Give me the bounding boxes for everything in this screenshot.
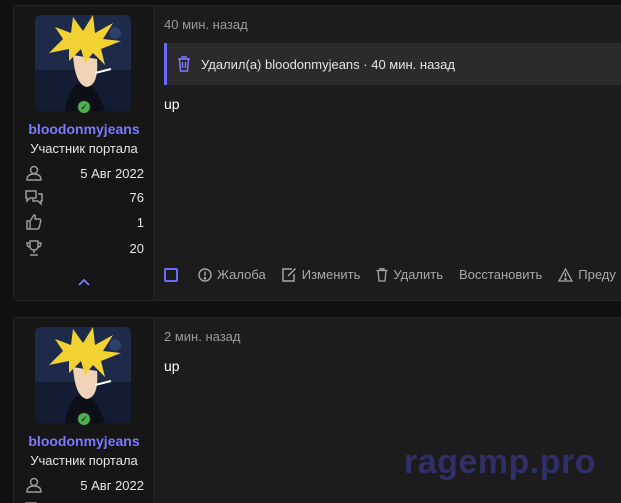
edit-button[interactable]: Изменить: [282, 267, 361, 282]
user-panel: ✓ bloodonmyjeans Участник портала 5 Авг …: [14, 318, 154, 503]
user-icon: [24, 163, 44, 183]
stat-messages: 76: [24, 187, 144, 207]
alert-circle-icon: [198, 267, 212, 282]
user-panel: ✓ bloodonmyjeans Участник портала 5 Авг …: [14, 6, 154, 300]
thumbs-up-icon: [24, 212, 44, 232]
restore-label: Восстановить: [459, 267, 543, 282]
stat-reactions: 1: [24, 212, 144, 232]
deleted-notice: Удалил(а) bloodonmyjeans · 40 мин. назад: [164, 43, 621, 85]
stat-messages: [24, 499, 144, 503]
post: ✓ bloodonmyjeans Участник портала 5 Авг …: [13, 5, 621, 301]
user-title: Участник портала: [30, 453, 138, 468]
chevron-up-icon[interactable]: [76, 274, 92, 290]
stat-value: 20: [129, 240, 144, 256]
report-button[interactable]: Жалоба: [198, 267, 266, 282]
stat-value: 5 Авг 2022: [80, 165, 144, 181]
trophy-icon: [24, 238, 44, 258]
watermark: ragemp.pro: [404, 443, 597, 481]
username-link[interactable]: bloodonmyjeans: [14, 121, 154, 137]
user-title: Участник портала: [30, 141, 138, 156]
delete-label: Удалить: [393, 267, 443, 282]
user-icon: [24, 475, 44, 495]
username-link[interactable]: bloodonmyjeans: [14, 433, 154, 449]
avatar[interactable]: [35, 327, 131, 423]
warn-button[interactable]: Преду: [558, 267, 616, 282]
trash-icon: [177, 56, 191, 72]
deleted-notice-text: Удалил(а) bloodonmyjeans · 40 мин. назад: [201, 56, 455, 72]
warning-icon: [558, 267, 574, 282]
delete-button[interactable]: Удалить: [376, 267, 443, 282]
restore-button[interactable]: Восстановить: [459, 267, 542, 282]
post-time[interactable]: 2 мин. назад: [164, 329, 240, 344]
post-body: up: [164, 358, 180, 374]
edit-label: Изменить: [301, 267, 361, 282]
report-label: Жалоба: [217, 267, 266, 282]
post-time[interactable]: 40 мин. назад: [164, 17, 248, 32]
stat-value: 5 Авг 2022: [80, 477, 144, 493]
select-checkbox[interactable]: [164, 267, 178, 282]
stat-joined: 5 Авг 2022: [24, 163, 144, 183]
stat-value: 76: [129, 189, 144, 205]
post-content: 40 мин. назад Удалил(а) bloodonmyjeans ·…: [154, 6, 621, 300]
avatar[interactable]: [35, 15, 131, 111]
post-body: up: [164, 96, 180, 112]
comments-icon: [24, 499, 44, 503]
stat-value: 1: [136, 214, 144, 230]
warn-label: Преду: [578, 267, 616, 282]
stat-joined: 5 Авг 2022: [24, 475, 144, 495]
trash-icon: [376, 267, 388, 282]
comments-icon: [24, 187, 44, 207]
edit-icon: [282, 267, 297, 282]
online-status-icon: ✓: [76, 99, 92, 115]
online-status-icon: ✓: [76, 411, 92, 427]
post-actions: Жалоба Изменить Удалить Восстановить Пре…: [164, 267, 621, 282]
stat-points: 20: [24, 238, 144, 258]
